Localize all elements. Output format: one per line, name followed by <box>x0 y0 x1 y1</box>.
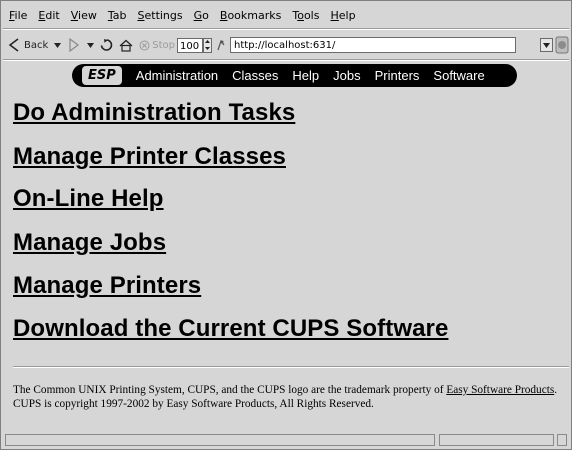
nav-link-printers[interactable]: Printers <box>375 68 420 83</box>
nav-link-jobs[interactable]: Jobs <box>333 68 360 83</box>
location-icon <box>217 39 225 51</box>
page-content: ESP Administration Classes Help Jobs Pri… <box>5 61 571 431</box>
status-bar <box>5 433 569 447</box>
dropdown-triangle-icon <box>87 42 95 48</box>
menu-file[interactable]: File <box>9 9 27 22</box>
menu-go[interactable]: Go <box>194 9 209 22</box>
dropdown-triangle-icon <box>543 42 550 48</box>
task-link-software[interactable]: Download the Current CUPS Software <box>13 315 448 343</box>
forward-arrow-icon <box>69 38 80 52</box>
nav-link-help[interactable]: Help <box>292 68 319 83</box>
task-link-printers[interactable]: Manage Printers <box>13 272 201 300</box>
menu-bookmarks[interactable]: Bookmarks <box>220 9 281 22</box>
reload-icon <box>100 38 113 51</box>
menu-tab[interactable]: Tab <box>108 9 127 22</box>
home-button[interactable] <box>119 39 133 52</box>
stop-button[interactable]: Stop <box>139 40 175 51</box>
back-history-dropdown[interactable] <box>54 42 62 49</box>
stop-label: Stop <box>152 39 176 51</box>
resize-grip[interactable] <box>557 434 567 446</box>
forward-history-dropdown[interactable] <box>87 42 95 49</box>
footer-text-start: The Common UNIX Printing System, CUPS, a… <box>13 384 447 396</box>
menu-separator <box>3 28 569 30</box>
menu-help[interactable]: Help <box>330 9 355 22</box>
zoom-stepper[interactable] <box>203 37 213 53</box>
back-arrow-icon <box>8 38 19 52</box>
task-link-jobs[interactable]: Manage Jobs <box>13 229 166 257</box>
stepper-down-icon <box>205 46 211 50</box>
reload-button[interactable] <box>100 38 113 52</box>
forward-button[interactable] <box>67 38 81 52</box>
go-button[interactable] <box>555 34 569 56</box>
nav-link-classes[interactable]: Classes <box>232 68 278 83</box>
footer-notice: The Common UNIX Printing System, CUPS, a… <box>13 383 571 411</box>
task-link-classes[interactable]: Manage Printer Classes <box>13 143 286 171</box>
task-link-administration[interactable]: Do Administration Tasks <box>13 99 295 127</box>
status-message <box>5 434 435 446</box>
nav-link-software[interactable]: Software <box>433 68 484 83</box>
menu-edit[interactable]: Edit <box>38 9 59 22</box>
footer-link-esp[interactable]: Easy Software Products <box>446 384 554 396</box>
navigation-toolbar: Back Stop 100 http://localhost:631/ <box>3 31 569 59</box>
stepper-up-icon <box>205 40 211 44</box>
url-history-dropdown[interactable] <box>540 38 553 52</box>
menu-settings[interactable]: Settings <box>138 9 183 22</box>
zoom-field[interactable]: 100 <box>177 37 204 53</box>
status-progress <box>439 434 554 446</box>
cups-navigation-bar: ESP Administration Classes Help Jobs Pri… <box>72 64 517 87</box>
task-link-help[interactable]: On-Line Help <box>13 185 164 213</box>
back-button[interactable]: Back <box>7 38 48 52</box>
menu-view[interactable]: View <box>71 9 97 22</box>
go-icon <box>555 36 569 54</box>
menu-tools[interactable]: Tools <box>292 9 319 22</box>
footer-divider <box>13 366 569 368</box>
back-label: Back <box>24 39 49 51</box>
esp-logo[interactable]: ESP <box>82 66 122 85</box>
stop-icon <box>139 40 150 50</box>
browser-window: File Edit View Tab Settings Go Bookmarks… <box>0 0 572 450</box>
menu-bar: File Edit View Tab Settings Go Bookmarks… <box>3 4 569 26</box>
url-input[interactable]: http://localhost:631/ <box>230 37 517 53</box>
home-icon <box>119 39 133 52</box>
dropdown-triangle-icon <box>54 42 62 48</box>
nav-link-administration[interactable]: Administration <box>136 68 218 83</box>
